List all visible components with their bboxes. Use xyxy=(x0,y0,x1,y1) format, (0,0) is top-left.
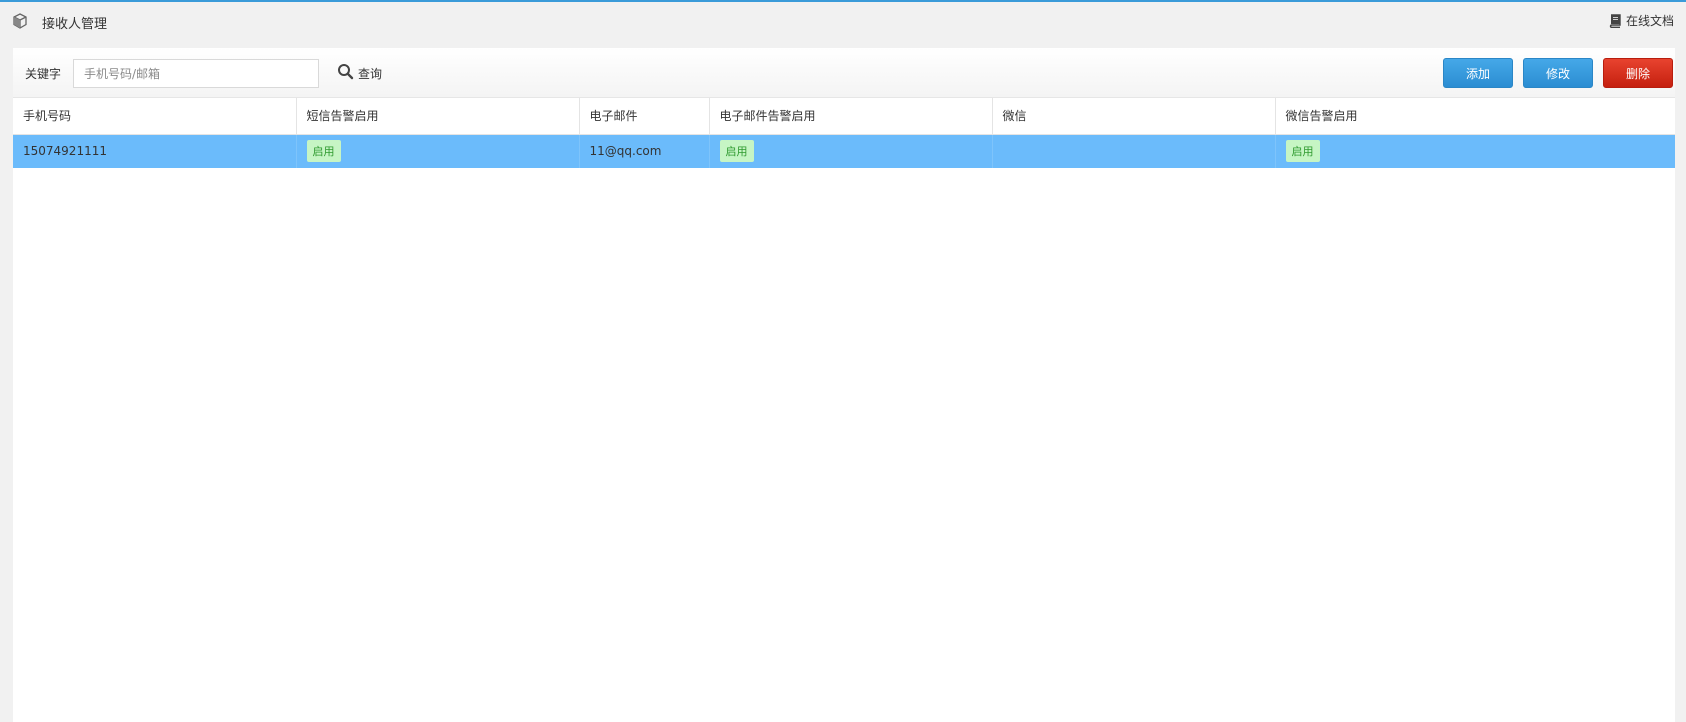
table-header-row: 手机号码 短信告警启用 电子邮件 电子邮件告警启用 微信 微信告警启用 xyxy=(13,98,1675,135)
main-panel: 关键字 查询 添加 修改 删除 手机号码 短信告警启 xyxy=(13,48,1675,722)
column-header-sms-alert[interactable]: 短信告警启用 xyxy=(296,98,580,135)
cube-icon xyxy=(12,13,28,29)
column-header-phone[interactable]: 手机号码 xyxy=(13,98,297,135)
table-row[interactable]: 15074921111 启用 11@qq.com 启用 启用 xyxy=(13,134,1675,168)
book-icon xyxy=(1608,13,1622,28)
cell-wechat-alert: 启用 xyxy=(1275,134,1675,168)
status-badge: 启用 xyxy=(306,140,341,163)
add-button[interactable]: 添加 xyxy=(1443,58,1513,88)
status-badge: 启用 xyxy=(1285,140,1320,163)
column-header-wechat[interactable]: 微信 xyxy=(992,98,1276,135)
online-docs-label: 在线文档 xyxy=(1625,14,1674,28)
status-badge: 启用 xyxy=(719,140,754,163)
search-icon xyxy=(337,63,354,83)
column-header-email-alert[interactable]: 电子邮件告警启用 xyxy=(709,98,993,135)
page-header: 接收人管理 在线文档 xyxy=(0,2,1686,44)
page-title: 接收人管理 xyxy=(42,17,108,32)
delete-button[interactable]: 删除 xyxy=(1603,58,1673,88)
toolbar: 关键字 查询 添加 修改 删除 xyxy=(13,48,1675,98)
keyword-label: 关键字 xyxy=(25,67,62,81)
cell-phone: 15074921111 xyxy=(13,134,297,168)
online-docs-link[interactable]: 在线文档 xyxy=(1608,12,1674,29)
cell-sms-alert: 启用 xyxy=(296,134,580,168)
column-header-wechat-alert[interactable]: 微信告警启用 xyxy=(1275,98,1675,135)
column-header-email[interactable]: 电子邮件 xyxy=(579,98,710,135)
cell-email: 11@qq.com xyxy=(579,134,710,168)
edit-button[interactable]: 修改 xyxy=(1523,58,1593,88)
keyword-input[interactable] xyxy=(73,59,319,88)
search-label: 查询 xyxy=(358,66,383,81)
receiver-table: 手机号码 短信告警启用 电子邮件 电子邮件告警启用 微信 微信告警启用 1507… xyxy=(13,98,1675,168)
search-button[interactable]: 查询 xyxy=(337,63,382,83)
cell-email-alert: 启用 xyxy=(709,134,993,168)
cell-wechat xyxy=(992,134,1276,168)
